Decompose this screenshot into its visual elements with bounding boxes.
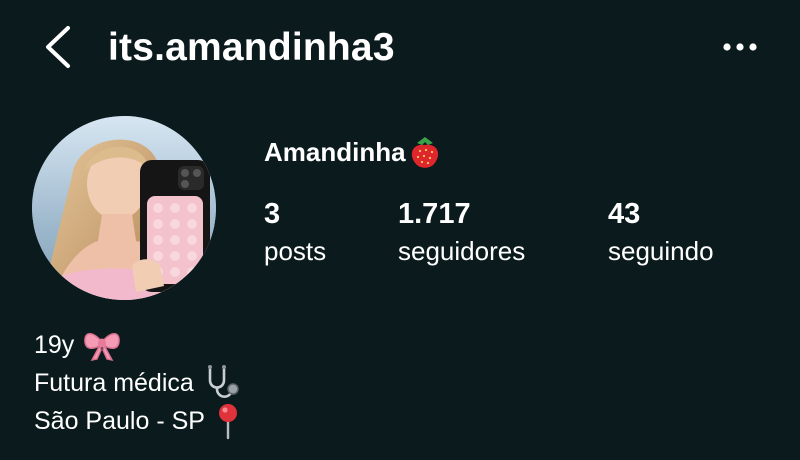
bio-occupation-text: Futura médica [34, 369, 194, 397]
followers-count: 1.717 [398, 198, 471, 230]
bio-line-occupation: Futura médica [34, 364, 243, 402]
strawberry-icon [411, 137, 438, 168]
back-button[interactable] [38, 24, 82, 70]
bio-line-location: São Paulo - SP [34, 402, 243, 440]
round-pushpin-icon [218, 404, 237, 440]
profile-username: its.amandinha3 [108, 26, 395, 69]
following-label: seguindo [608, 236, 714, 266]
display-name: Amandinha [264, 136, 406, 167]
stat-following[interactable]: 43 seguindo [608, 196, 714, 268]
posts-label: posts [264, 236, 327, 266]
pink-bow-icon [84, 333, 121, 362]
stat-followers[interactable]: 1.717 seguidores [398, 196, 525, 268]
profile-screen: its.amandinha3 Amandinha 3 posts 1.717 s… [0, 0, 800, 460]
bio-age-text: 19y [34, 331, 75, 359]
profile-photo [32, 116, 216, 300]
bio-location-text: São Paulo - SP [34, 407, 205, 435]
avatar[interactable] [32, 116, 216, 300]
bio-line-age: 19y [34, 326, 243, 364]
bio: 19y Futura médica São Paulo - SP [34, 326, 243, 440]
followers-label: seguidores [398, 236, 526, 266]
chevron-left-icon [46, 26, 70, 68]
display-name-row: Amandinha [264, 132, 442, 172]
following-count: 43 [608, 198, 641, 230]
more-options-button[interactable] [718, 34, 762, 60]
stethoscope-icon [207, 365, 239, 398]
stat-posts[interactable]: 3 posts [264, 196, 326, 268]
posts-count: 3 [264, 198, 281, 230]
more-horizontal-icon [723, 43, 757, 51]
